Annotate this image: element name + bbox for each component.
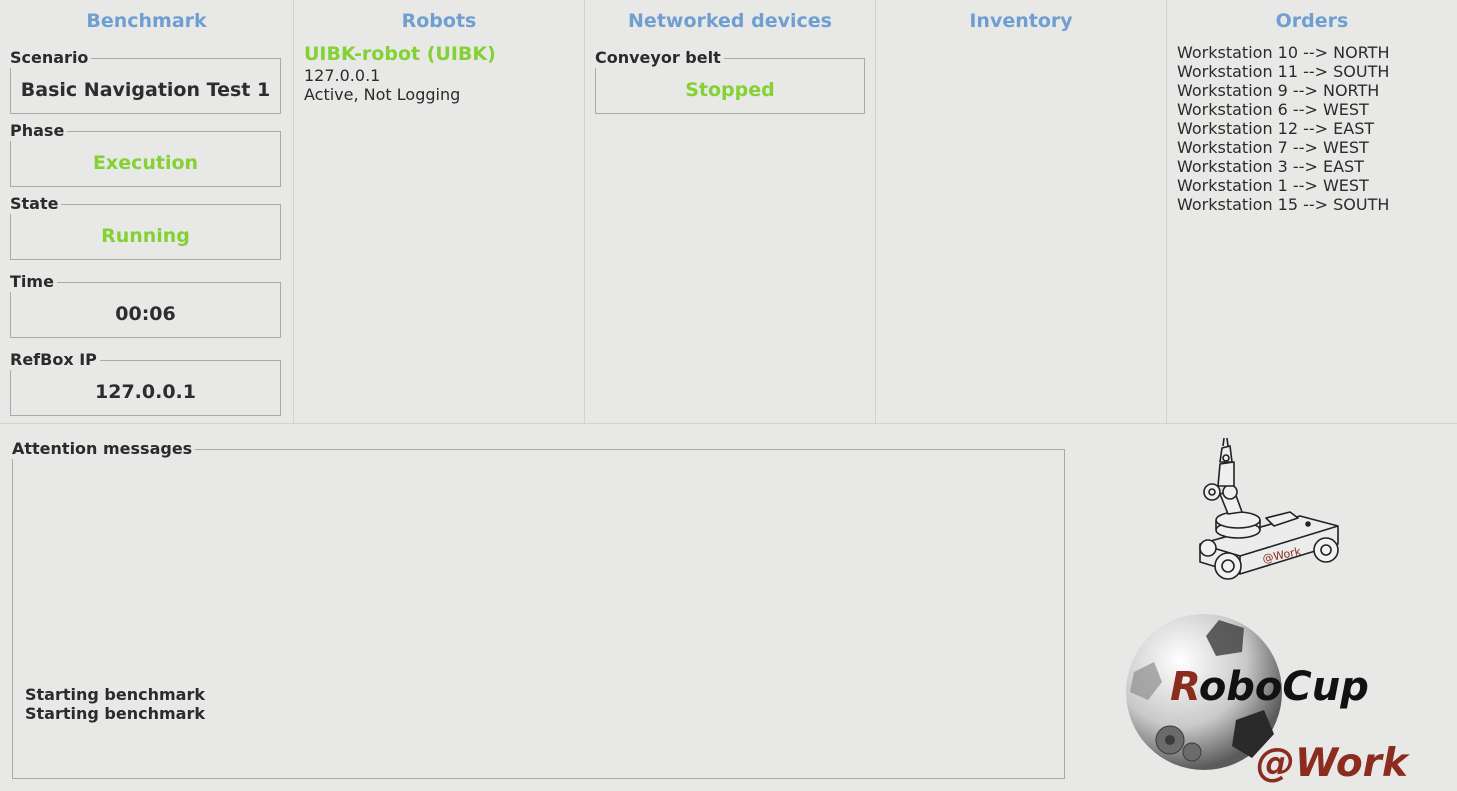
scenario-value: Basic Navigation Test 1 xyxy=(20,79,271,101)
conveyor-belt-value: Stopped xyxy=(685,79,775,101)
state-value: Running xyxy=(101,225,190,247)
order-item: Workstation 15 --> SOUTH xyxy=(1177,195,1390,214)
robocup-logo-text: RoboCup xyxy=(1170,663,1369,711)
time-label: Time xyxy=(10,272,57,292)
state-box: State Running xyxy=(10,194,281,260)
order-item: Workstation 11 --> SOUTH xyxy=(1177,62,1390,81)
conveyor-belt-label: Conveyor belt xyxy=(595,48,724,68)
phase-box: Phase Execution xyxy=(10,121,281,187)
refbox-ip-label: RefBox IP xyxy=(10,350,100,370)
networked-devices-title: Networked devices xyxy=(628,10,832,32)
robot-drawing-icon: @Work xyxy=(1199,437,1339,580)
atwork-logo-text: @Work xyxy=(1256,741,1408,786)
scenario-box: Scenario Basic Navigation Test 1 xyxy=(10,48,281,114)
robot-ip: 127.0.0.1 xyxy=(304,66,381,85)
robots-column: Robots UIBK-robot (UIBK) 127.0.0.1 Activ… xyxy=(294,0,585,423)
robots-title: Robots xyxy=(401,10,477,32)
scenario-label: Scenario xyxy=(10,48,92,68)
top-panel: Benchmark Scenario Basic Navigation Test… xyxy=(0,0,1457,424)
inventory-column: Inventory xyxy=(876,0,1167,423)
order-item: Workstation 1 --> WEST xyxy=(1177,176,1369,195)
order-item: Workstation 9 --> NORTH xyxy=(1177,81,1380,100)
networked-devices-column: Networked devices Conveyor belt Stopped xyxy=(585,0,876,423)
orders-title: Orders xyxy=(1275,10,1349,32)
time-box: Time 00:06 xyxy=(10,272,281,338)
phase-value: Execution xyxy=(92,152,199,174)
orders-list: Workstation 10 --> NORTH Workstation 11 … xyxy=(1177,43,1389,214)
robocup-logo-r: R xyxy=(1170,664,1199,710)
order-item: Workstation 10 --> NORTH xyxy=(1177,43,1390,62)
order-item: Workstation 12 --> EAST xyxy=(1177,119,1375,138)
refbox-ip-box: RefBox IP 127.0.0.1 xyxy=(10,350,281,416)
orders-column: Orders Workstation 10 --> NORTH Workstat… xyxy=(1167,0,1457,423)
order-item: Workstation 7 --> WEST xyxy=(1177,138,1369,157)
benchmark-column: Benchmark Scenario Basic Navigation Test… xyxy=(0,0,294,423)
attention-messages-box: Attention messages Starting benchmark St… xyxy=(12,439,1065,779)
state-label: State xyxy=(10,194,62,214)
attention-message: Starting benchmark xyxy=(25,704,205,723)
phase-label: Phase xyxy=(10,121,68,141)
benchmark-title: Benchmark xyxy=(86,10,207,32)
attention-messages-list: Starting benchmark Starting benchmark xyxy=(25,685,205,723)
refbox-ip-value: 127.0.0.1 xyxy=(95,381,196,403)
robot-name: UIBK-robot (UIBK) xyxy=(304,43,496,65)
order-item: Workstation 6 --> WEST xyxy=(1177,100,1369,119)
conveyor-belt-box: Conveyor belt Stopped xyxy=(595,48,865,114)
attention-messages-label: Attention messages xyxy=(12,439,196,459)
robot-status: Active, Not Logging xyxy=(304,85,461,104)
attention-message: Starting benchmark xyxy=(25,685,205,704)
time-value: 00:06 xyxy=(115,303,176,325)
inventory-title: Inventory xyxy=(969,10,1073,32)
robocup-logo-rest: oboCup xyxy=(1198,664,1369,710)
order-item: Workstation 3 --> EAST xyxy=(1177,157,1364,176)
